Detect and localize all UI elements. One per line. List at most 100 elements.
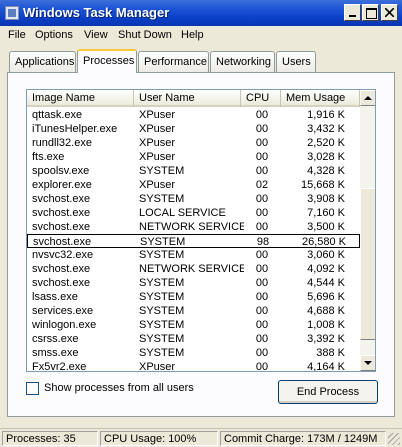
task-manager-window: Windows Task Manager File Options View S… [0,0,402,447]
cell-user-name: XPuser [139,151,176,163]
cell-image-name: svchost.exe [32,193,91,205]
cell-cpu: 00 [255,305,269,317]
arrow-down-icon [364,361,372,365]
cell-user-name: XPuser [139,123,176,135]
table-row[interactable]: services.exe SYSTEM 00 4,688 K [27,304,360,318]
cell-mem-usage: 4,544 K [307,277,345,289]
show-all-processes-label[interactable]: Show processes from all users [44,382,194,394]
title-bar[interactable]: Windows Task Manager [0,0,402,26]
cell-cpu: 00 [255,151,269,163]
cell-image-name: svchost.exe [33,236,92,248]
cell-cpu: 00 [255,319,269,331]
cell-cpu: 00 [255,137,269,149]
cell-mem-usage: 5,696 K [307,291,345,303]
process-list[interactable]: Image Name User Name CPU Mem Usage qttas… [26,89,376,372]
cell-image-name: svchost.exe [32,263,91,275]
cell-image-name: rundll32.exe [32,137,92,149]
table-row[interactable]: nvsvc32.exe SYSTEM 00 3,060 K [27,248,360,262]
cell-user-name: SYSTEM [139,277,185,289]
tab-performance[interactable]: Performance [138,51,209,72]
cell-mem-usage: 3,060 K [307,249,345,261]
table-row[interactable]: explorer.exe XPuser 02 15,668 K [27,178,360,192]
table-row[interactable]: winlogon.exe SYSTEM 00 1,008 K [27,318,360,332]
cell-image-name: svchost.exe [32,221,91,233]
cell-cpu: 00 [255,165,269,177]
cell-user-name: SYSTEM [139,333,185,345]
resize-grip-icon[interactable] [388,433,400,445]
cell-user-name: LOCAL SERVICE [139,207,226,219]
table-row[interactable]: svchost.exe NETWORK SERVICE 00 4,092 K [27,262,360,276]
cell-cpu: 00 [255,361,269,372]
end-process-button[interactable]: End Process [278,380,378,404]
cell-user-name: XPuser [139,109,176,121]
window-title: Windows Task Manager [23,5,170,20]
cell-mem-usage: 3,392 K [307,333,345,345]
cell-cpu: 00 [255,109,269,121]
cell-user-name: SYSTEM [139,305,185,317]
cell-mem-usage: 3,028 K [307,151,345,163]
scroll-down-button[interactable] [360,355,375,371]
cell-cpu: 02 [255,179,269,191]
cell-mem-usage: 3,432 K [307,123,345,135]
cell-mem-usage: 26,580 K [301,236,346,248]
table-row[interactable]: fts.exe XPuser 00 3,028 K [27,150,360,164]
menu-options[interactable]: Options [35,29,73,41]
tab-applications[interactable]: Applications [9,51,76,72]
close-button[interactable] [381,4,398,21]
cell-cpu: 00 [255,193,269,205]
status-cpu-usage: CPU Usage: 100% [100,431,218,446]
column-cpu[interactable]: CPU [241,90,281,107]
column-image-name[interactable]: Image Name [27,90,134,107]
cell-user-name: SYSTEM [139,249,185,261]
process-list-scrollbar[interactable] [360,90,375,371]
show-all-processes-checkbox[interactable] [26,382,39,395]
table-row[interactable]: svchost.exe SYSTEM 00 3,908 K [27,192,360,206]
tab-networking[interactable]: Networking [210,51,275,72]
cell-image-name: fts.exe [32,151,65,163]
table-row[interactable]: lsass.exe SYSTEM 00 5,696 K [27,290,360,304]
menu-view[interactable]: View [84,29,108,41]
table-row[interactable]: smss.exe SYSTEM 00 388 K [27,346,360,360]
cell-mem-usage: 4,328 K [307,165,345,177]
cell-image-name: winlogon.exe [32,319,97,331]
table-row[interactable]: svchost.exe LOCAL SERVICE 00 7,160 K [27,206,360,220]
cell-image-name: qttask.exe [32,109,83,121]
tab-users[interactable]: Users [276,51,316,72]
scroll-up-button[interactable] [360,90,375,106]
cell-cpu: 00 [255,263,269,275]
table-row[interactable]: rundll32.exe XPuser 00 2,520 K [27,136,360,150]
cell-image-name: nvsvc32.exe [32,249,94,261]
menu-shut-down[interactable]: Shut Down [118,29,172,41]
cell-user-name: NETWORK SERVICE [139,221,244,233]
cell-image-name: explorer.exe [32,179,92,191]
minimize-button[interactable] [344,4,361,21]
cell-image-name: csrss.exe [32,333,79,345]
table-row[interactable]: svchost.exe SYSTEM 98 26,580 K [27,234,360,248]
table-row[interactable]: iTunesHelper.exe XPuser 00 3,432 K [27,122,360,136]
column-mem-usage[interactable]: Mem Usage [281,90,360,107]
cell-user-name: SYSTEM [139,347,185,359]
cell-cpu: 00 [255,123,269,135]
status-bar: Processes: 35 CPU Usage: 100% Commit Cha… [0,428,402,447]
table-row[interactable]: qttask.exe XPuser 00 1,916 K [27,108,360,122]
table-row[interactable]: spoolsv.exe SYSTEM 00 4,328 K [27,164,360,178]
cell-mem-usage: 15,668 K [300,179,345,191]
cell-image-name: iTunesHelper.exe [32,123,118,135]
table-row[interactable]: csrss.exe SYSTEM 00 3,392 K [27,332,360,346]
arrow-up-icon [364,96,372,100]
cell-cpu: 98 [256,236,270,248]
table-row[interactable]: svchost.exe SYSTEM 00 4,544 K [27,276,360,290]
table-row[interactable]: Fx5vr2.exe XPuser 00 4,164 K [27,360,360,372]
column-user-name[interactable]: User Name [134,90,241,107]
cell-image-name: spoolsv.exe [32,165,90,177]
cell-mem-usage: 4,092 K [307,263,345,275]
menu-help[interactable]: Help [181,29,204,41]
table-row[interactable]: svchost.exe NETWORK SERVICE 00 3,500 K [27,220,360,234]
status-commit-charge: Commit Charge: 173M / 1249M [220,431,386,446]
cell-user-name: NETWORK SERVICE [139,263,244,275]
scroll-thumb[interactable] [360,188,375,340]
menu-file[interactable]: File [8,29,26,41]
status-processes: Processes: 35 [2,431,98,446]
maximize-button[interactable] [362,4,379,21]
tab-processes[interactable]: Processes [77,49,137,73]
